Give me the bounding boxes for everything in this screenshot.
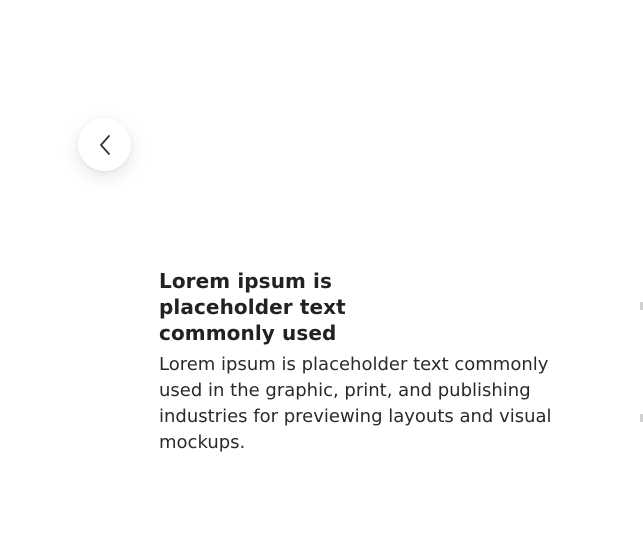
carousel-prev-button[interactable] [78, 118, 131, 171]
slide-title: Lorem ipsum is placeholder text commonly… [159, 269, 346, 345]
chevron-left-icon [98, 134, 112, 156]
slide-card: Lorem ipsum is placeholder text commonly… [159, 268, 569, 456]
slide-description: Lorem ipsum is placeholder text commonly… [159, 354, 552, 453]
